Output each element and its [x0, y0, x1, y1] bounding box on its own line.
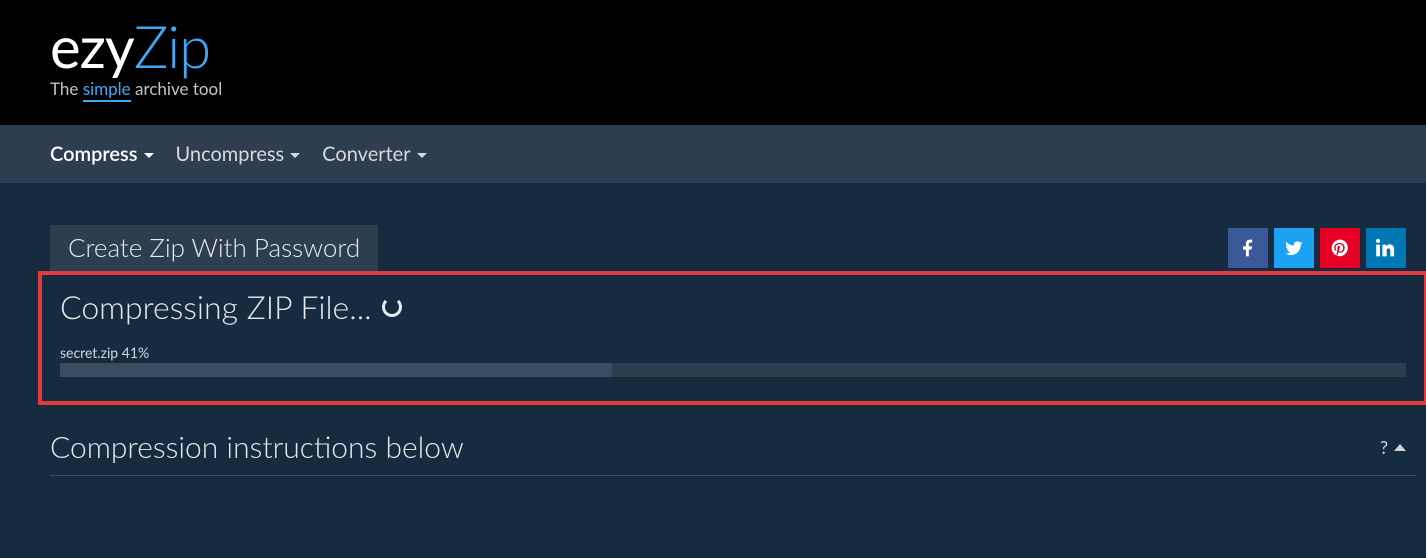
nav-compress-label: Compress	[50, 142, 138, 166]
social-share	[1228, 228, 1406, 268]
instructions-header: Compression instructions below ?	[50, 405, 1416, 476]
tab-create-zip-password[interactable]: Create Zip With Password	[50, 225, 378, 271]
spinner-icon	[382, 297, 402, 317]
share-twitter-button[interactable]	[1274, 228, 1314, 268]
chevron-down-icon	[144, 153, 154, 158]
share-pinterest-button[interactable]	[1320, 228, 1360, 268]
main-nav: Compress Uncompress Converter	[0, 117, 1426, 183]
nav-uncompress-label: Uncompress	[176, 142, 285, 166]
nav-converter-label: Converter	[322, 142, 410, 166]
pinterest-icon	[1330, 238, 1350, 258]
tagline-post: archive tool	[131, 78, 223, 99]
compress-status-text: Compressing ZIP File...	[60, 287, 372, 326]
help-toggle[interactable]: ?	[1380, 436, 1406, 458]
compress-file-name: secret.zip	[60, 344, 118, 361]
site-header: ezyZip The simple archive tool	[0, 0, 1426, 117]
tab-row: Create Zip With Password	[50, 225, 1416, 271]
logo-part-zip: Zip	[134, 18, 210, 76]
nav-converter[interactable]: Converter	[322, 142, 426, 166]
compress-file-line: secret.zip 41%	[60, 344, 1406, 361]
logo-part-ezy: ezy	[50, 18, 134, 76]
nav-uncompress[interactable]: Uncompress	[176, 142, 301, 166]
tab-label: Create Zip With Password	[68, 231, 360, 263]
chevron-up-icon	[1394, 444, 1406, 451]
tagline-simple: simple	[83, 78, 131, 102]
tagline-pre: The	[50, 78, 83, 99]
instructions-title: Compression instructions below	[50, 429, 464, 465]
chevron-down-icon	[417, 153, 427, 158]
share-facebook-button[interactable]	[1228, 228, 1268, 268]
progress-bar	[60, 363, 1406, 377]
progress-bar-fill	[60, 363, 612, 377]
nav-compress[interactable]: Compress	[50, 142, 154, 166]
tagline: The simple archive tool	[50, 78, 1426, 99]
chevron-down-icon	[290, 153, 300, 158]
twitter-icon	[1284, 238, 1304, 258]
facebook-icon	[1238, 238, 1258, 258]
share-linkedin-button[interactable]	[1366, 228, 1406, 268]
linkedin-icon	[1376, 238, 1396, 258]
compress-status-heading: Compressing ZIP File...	[60, 287, 1406, 326]
logo[interactable]: ezyZip	[50, 18, 1426, 76]
help-label: ?	[1380, 436, 1388, 458]
compress-percent: 41%	[122, 344, 149, 361]
compress-progress-panel: Compressing ZIP File... secret.zip 41%	[38, 271, 1426, 405]
page-content: Create Zip With Password Compressing ZIP…	[0, 183, 1426, 476]
